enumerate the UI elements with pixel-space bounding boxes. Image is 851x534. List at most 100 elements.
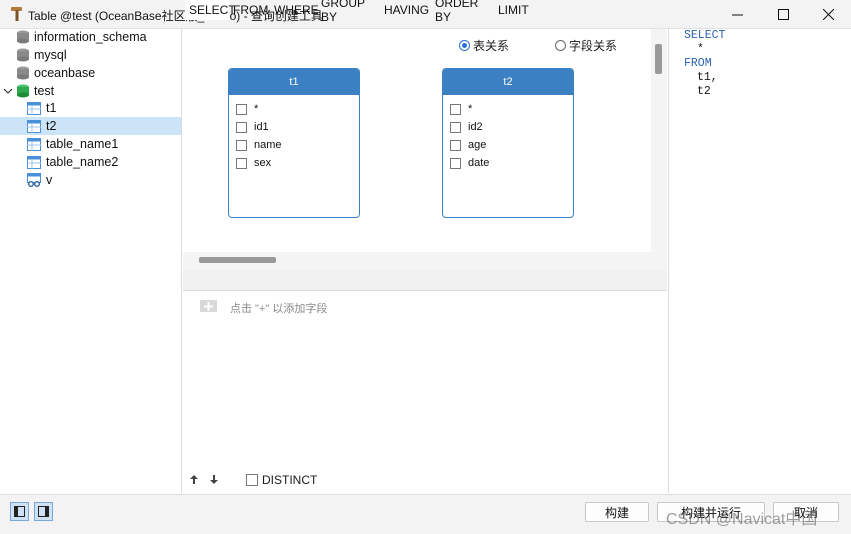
tab-select[interactable]: SELECT — [185, 0, 236, 20]
field-row[interactable]: * — [450, 102, 472, 116]
table-box-t2[interactable]: t2 * id2 age date — [442, 68, 574, 218]
tab-group-by[interactable]: GROUP BY — [321, 0, 381, 24]
left-panel-icon — [14, 506, 25, 517]
tree-item-v[interactable]: v — [27, 171, 177, 189]
field-label: id2 — [468, 121, 483, 133]
sql-keyword: FROM — [684, 57, 712, 70]
field-row[interactable]: id1 — [236, 120, 269, 134]
radio-table-relation[interactable]: 表关系 — [459, 37, 509, 54]
build-button[interactable]: 构建 — [585, 502, 649, 522]
tree-item-information-schema[interactable]: information_schema — [17, 28, 177, 46]
close-icon — [822, 8, 834, 20]
field-row[interactable]: date — [450, 156, 489, 170]
scrollbar-thumb[interactable] — [199, 257, 276, 263]
tree-item-oceanbase[interactable]: oceanbase — [17, 64, 177, 82]
field-checkbox[interactable] — [236, 139, 247, 151]
field-checkbox[interactable] — [450, 139, 461, 151]
tree-item-t1[interactable]: t1 — [27, 99, 177, 117]
right-panel-icon — [38, 506, 49, 517]
arrow-down-icon — [210, 475, 218, 484]
arrow-up-icon — [190, 475, 198, 484]
distinct-checkbox[interactable] — [246, 474, 258, 486]
table-icon — [27, 137, 41, 151]
tab-limit[interactable]: LIMIT — [498, 0, 532, 20]
minimize-button[interactable] — [714, 0, 760, 28]
database-icon — [17, 66, 29, 80]
field-label: * — [254, 103, 259, 115]
tab-having[interactable]: HAVING — [384, 0, 432, 20]
sql-text: t1, — [697, 71, 718, 84]
clause-tab-bar — [183, 270, 667, 291]
radio-label: 表关系 — [473, 39, 510, 53]
radio-indicator — [555, 40, 566, 51]
table-icon — [27, 155, 41, 169]
field-label: age — [468, 139, 487, 151]
table-box-title: t2 — [443, 69, 573, 95]
field-label: name — [254, 139, 282, 151]
database-icon — [17, 84, 29, 98]
close-button[interactable] — [805, 0, 851, 28]
tree-item-label: t1 — [46, 101, 57, 115]
tree-item-table-name2[interactable]: table_name2 — [27, 153, 177, 171]
add-field-button[interactable] — [200, 300, 217, 312]
maximize-icon — [777, 8, 789, 20]
sql-text: * — [697, 43, 704, 56]
scrollbar-thumb[interactable] — [655, 44, 662, 74]
field-checkbox[interactable] — [236, 157, 247, 169]
move-down-button[interactable] — [210, 475, 218, 486]
distinct-label: DISTINCT — [262, 473, 318, 487]
table-box-t1[interactable]: t1 * id1 name sex — [228, 68, 360, 218]
hammer-icon — [11, 7, 22, 21]
select-field-list[interactable] — [183, 291, 667, 493]
add-field-hint: 点击 "+" 以添加字段 — [230, 303, 328, 315]
radio-indicator — [459, 40, 470, 51]
tree-item-label: v — [46, 173, 53, 187]
field-checkbox[interactable] — [236, 103, 247, 115]
tab-from[interactable]: FROM — [233, 0, 273, 20]
tree-item-label: information_schema — [34, 30, 147, 44]
sql-preview-pane[interactable] — [668, 29, 851, 493]
database-icon — [17, 30, 29, 44]
field-checkbox[interactable] — [450, 157, 461, 169]
toggle-right-pane-button[interactable] — [34, 502, 53, 521]
field-label: sex — [254, 157, 272, 169]
tab-order-by[interactable]: ORDER BY — [435, 0, 495, 24]
toggle-left-pane-button[interactable] — [10, 502, 29, 521]
field-row[interactable]: * — [236, 102, 258, 116]
field-row[interactable]: age — [450, 138, 486, 152]
minimize-icon — [731, 14, 743, 15]
tree-item-label: table_name1 — [46, 137, 119, 151]
tree-item-label: table_name2 — [46, 155, 119, 169]
radio-field-relation[interactable]: 字段关系 — [555, 37, 617, 54]
database-icon — [17, 48, 29, 62]
chevron-down-icon[interactable] — [3, 86, 13, 96]
field-row[interactable]: id2 — [450, 120, 483, 134]
field-label: date — [468, 157, 490, 169]
field-label: * — [468, 103, 473, 115]
tree-item-t2[interactable]: t2 — [0, 117, 181, 135]
field-checkbox[interactable] — [450, 121, 461, 133]
tree-item-label: mysql — [34, 48, 67, 62]
tree-item-mysql[interactable]: mysql — [17, 46, 177, 64]
table-icon — [27, 101, 41, 115]
field-row[interactable]: name — [236, 138, 282, 152]
sql-text: t2 — [697, 85, 711, 98]
sql-keyword: SELECT — [684, 29, 726, 42]
maximize-button[interactable] — [760, 0, 806, 28]
tree-item-label: oceanbase — [34, 66, 96, 80]
view-icon — [27, 173, 41, 187]
watermark: CSDN @Navicat中国 — [666, 511, 818, 528]
field-checkbox[interactable] — [450, 103, 461, 115]
field-checkbox[interactable] — [236, 121, 247, 133]
tree-item-label: test — [34, 84, 55, 98]
field-row[interactable]: sex — [236, 156, 271, 170]
table-box-title: t1 — [229, 69, 359, 95]
tree-item-label: t2 — [46, 119, 57, 133]
table-icon — [27, 119, 41, 133]
plus-icon — [204, 301, 213, 311]
field-label: id1 — [254, 121, 269, 133]
tree-item-table-name1[interactable]: table_name1 — [27, 135, 177, 153]
tree-item-test[interactable]: test — [3, 82, 177, 100]
tab-where[interactable]: WHERE — [274, 0, 319, 20]
move-up-button[interactable] — [190, 475, 198, 486]
